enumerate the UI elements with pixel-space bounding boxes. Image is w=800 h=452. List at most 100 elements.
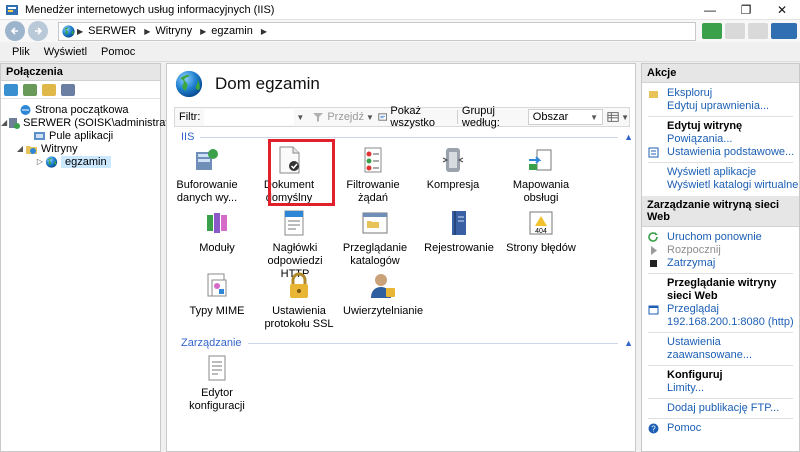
feature-authentication[interactable]: Uwierzytelnianie (343, 270, 423, 318)
funnel-icon (313, 113, 324, 122)
connect-icon[interactable] (4, 83, 18, 96)
action-heading-przegla-danie-witryny-sieci-web: Przeglądanie witryny sieci Web (642, 277, 799, 303)
feature-request-filtering[interactable]: Filtrowanie żądań (333, 144, 413, 205)
feature-configuration-editor[interactable]: Edytor konfiguracji (175, 352, 259, 413)
action-ustawienia-zaawansowane[interactable]: Ustawienia zaawansowane... (642, 336, 799, 362)
maximize-button[interactable]: ❐ (728, 0, 764, 20)
feature-mime-types[interactable]: Typy MIME (177, 270, 257, 318)
action-label: Limity... (667, 382, 705, 394)
action-label: Edytuj witrynę (667, 120, 743, 132)
view-grid-icon (607, 112, 619, 122)
tree-item-app-pools[interactable]: Pule aplikacji (1, 129, 160, 142)
tree-item-label: SERWER (SOISK\administrator) (23, 116, 182, 129)
address-toolbar (702, 23, 800, 39)
feature-modules[interactable]: Moduły (177, 207, 257, 255)
action-dodaj-publikacje-ftp[interactable]: Dodaj publikację FTP... (642, 402, 799, 415)
action-pomoc[interactable]: ? Pomoc (642, 422, 799, 435)
connections-title: Połączenia (1, 64, 160, 81)
arrow-right-icon (35, 27, 43, 35)
section-title: Zarządzanie (181, 337, 242, 349)
group-select[interactable]: Obszar ▼ (527, 109, 604, 125)
go-button[interactable]: Przejdź (312, 111, 364, 123)
action-label: Konfiguruj (667, 369, 723, 381)
action-eksploruj[interactable]: Eksploruj (642, 87, 799, 100)
action-uruchom-ponownie[interactable]: Uruchom ponownie (642, 231, 799, 244)
action-edytuj-uprawnienia[interactable]: Edytuj uprawnienia... (642, 100, 799, 113)
feature-label: Filtrowanie żądań (346, 179, 400, 204)
up-level-icon[interactable] (42, 83, 56, 96)
globe-icon (45, 156, 58, 168)
breadcrumb-separator: ▶ (77, 26, 84, 36)
feature-label: Kompresja (426, 179, 480, 191)
tree-item-server[interactable]: ◢ SERWER (SOISK\administrator) (1, 116, 182, 129)
menu-help[interactable]: Pomoc (94, 46, 142, 58)
tree-expander[interactable]: ▷ (35, 157, 45, 166)
action-label: Przeglądaj 192.168.200.1:8080 (http) (667, 303, 794, 328)
chevron-down-icon[interactable]: ▼ (366, 113, 374, 122)
tree-item-label: Witryny (41, 142, 78, 155)
breadcrumb-separator: ▶ (144, 26, 151, 36)
action-przegla-daj-192-168-200-1-8080-http[interactable]: Przeglądaj 192.168.200.1:8080 (http) (642, 303, 799, 329)
action-limity[interactable]: Limity... (642, 382, 799, 395)
action-wys-wietl-aplikacje[interactable]: Wyświetl aplikacje (642, 166, 799, 179)
feature-ssl-settings[interactable]: Ustawienia protokołu SSL (259, 270, 339, 331)
section-management[interactable]: Zarządzanie ▲ (181, 337, 633, 349)
action-rozpocznij[interactable]: Rozpocznij (642, 244, 799, 257)
help-button[interactable] (771, 23, 797, 39)
chevron-down-icon[interactable]: ▼ (296, 113, 304, 122)
tree-item-egzamin[interactable]: ▷ egzamin (1, 155, 160, 168)
iis-app-icon (6, 4, 18, 15)
action-label: Wyświetl katalogi wirtualne (667, 179, 799, 191)
save-icon[interactable] (23, 83, 37, 96)
home-button[interactable] (748, 23, 768, 39)
chevron-up-icon[interactable]: ▲ (624, 132, 633, 142)
feature-directory-browsing[interactable]: Przeglądanie katalogów (335, 207, 415, 268)
feature-compression[interactable]: Kompresja (413, 144, 493, 192)
close-button[interactable]: ✕ (764, 0, 800, 20)
feature-logging[interactable]: Rejestrowanie (419, 207, 499, 255)
filter-label: Filtr: (179, 111, 201, 123)
feature-label: Ustawienia protokołu SSL (264, 305, 334, 330)
breadcrumb-sites[interactable]: Witryny (155, 25, 192, 37)
disconnect-icon[interactable] (61, 83, 75, 96)
separator (648, 162, 793, 163)
feature-label: Strony błędów (506, 242, 576, 254)
page-title: Dom egzamin (215, 74, 320, 93)
action-label: Ustawienia zaawansowane... (667, 336, 752, 361)
breadcrumb-site[interactable]: egzamin (211, 25, 253, 37)
feature-handler-mappings[interactable]: Mapowania obsługi (501, 144, 581, 205)
feature-label: Mapowania obsługi (512, 179, 570, 204)
feature-output-caching[interactable]: Buforowanie danych wy... (167, 144, 247, 205)
tree-item-label: Pule aplikacji (49, 129, 114, 142)
refresh-button[interactable] (702, 23, 722, 39)
feature-label: Typy MIME (189, 305, 245, 317)
section-iis[interactable]: IIS ▲ (181, 131, 633, 143)
tree-expander[interactable]: ◢ (15, 144, 25, 153)
forward-button[interactable] (28, 21, 48, 41)
breadcrumb-server[interactable]: SERWER (88, 25, 136, 37)
connections-panel: Połączenia Strona początkowa ◢ SERWER (S… (0, 63, 182, 452)
feature-error-pages[interactable]: 404 Strony błędów (501, 207, 581, 255)
action-wys-wietl-katalogi-wirtualne[interactable]: Wyświetl katalogi wirtualne (642, 179, 799, 192)
action-powia-zania[interactable]: Powiązania... (642, 133, 799, 146)
chevron-up-icon[interactable]: ▲ (624, 338, 633, 348)
action-label: Edytuj uprawnienia... (667, 100, 770, 112)
view-toggle-button[interactable]: ▼ (607, 109, 629, 125)
tree-item-home[interactable]: Strona początkowa (1, 103, 160, 116)
tree-item-sites[interactable]: ◢ Witryny (1, 142, 160, 155)
back-button[interactable] (5, 21, 25, 41)
separator (648, 365, 793, 366)
minimize-button[interactable]: — (692, 0, 728, 20)
show-all-button[interactable]: Pokaż wszystko (378, 105, 452, 129)
menu-view[interactable]: Wyświetl (37, 46, 94, 58)
home-icon (20, 104, 31, 115)
menu-file[interactable]: Plik (5, 46, 37, 58)
stop-button[interactable] (725, 23, 745, 39)
action-label: Eksploruj (667, 87, 713, 99)
highlight-box (268, 139, 335, 206)
feature-label: Uwierzytelnianie (343, 305, 424, 317)
filter-input[interactable] (204, 109, 295, 125)
action-zatrzymaj[interactable]: Zatrzymaj (642, 257, 799, 270)
action-ustawienia-podstawowe[interactable]: Ustawienia podstawowe... (642, 146, 799, 159)
breadcrumb[interactable]: ▶ SERWER ▶ Witryny ▶ egzamin ▶ (58, 21, 696, 41)
